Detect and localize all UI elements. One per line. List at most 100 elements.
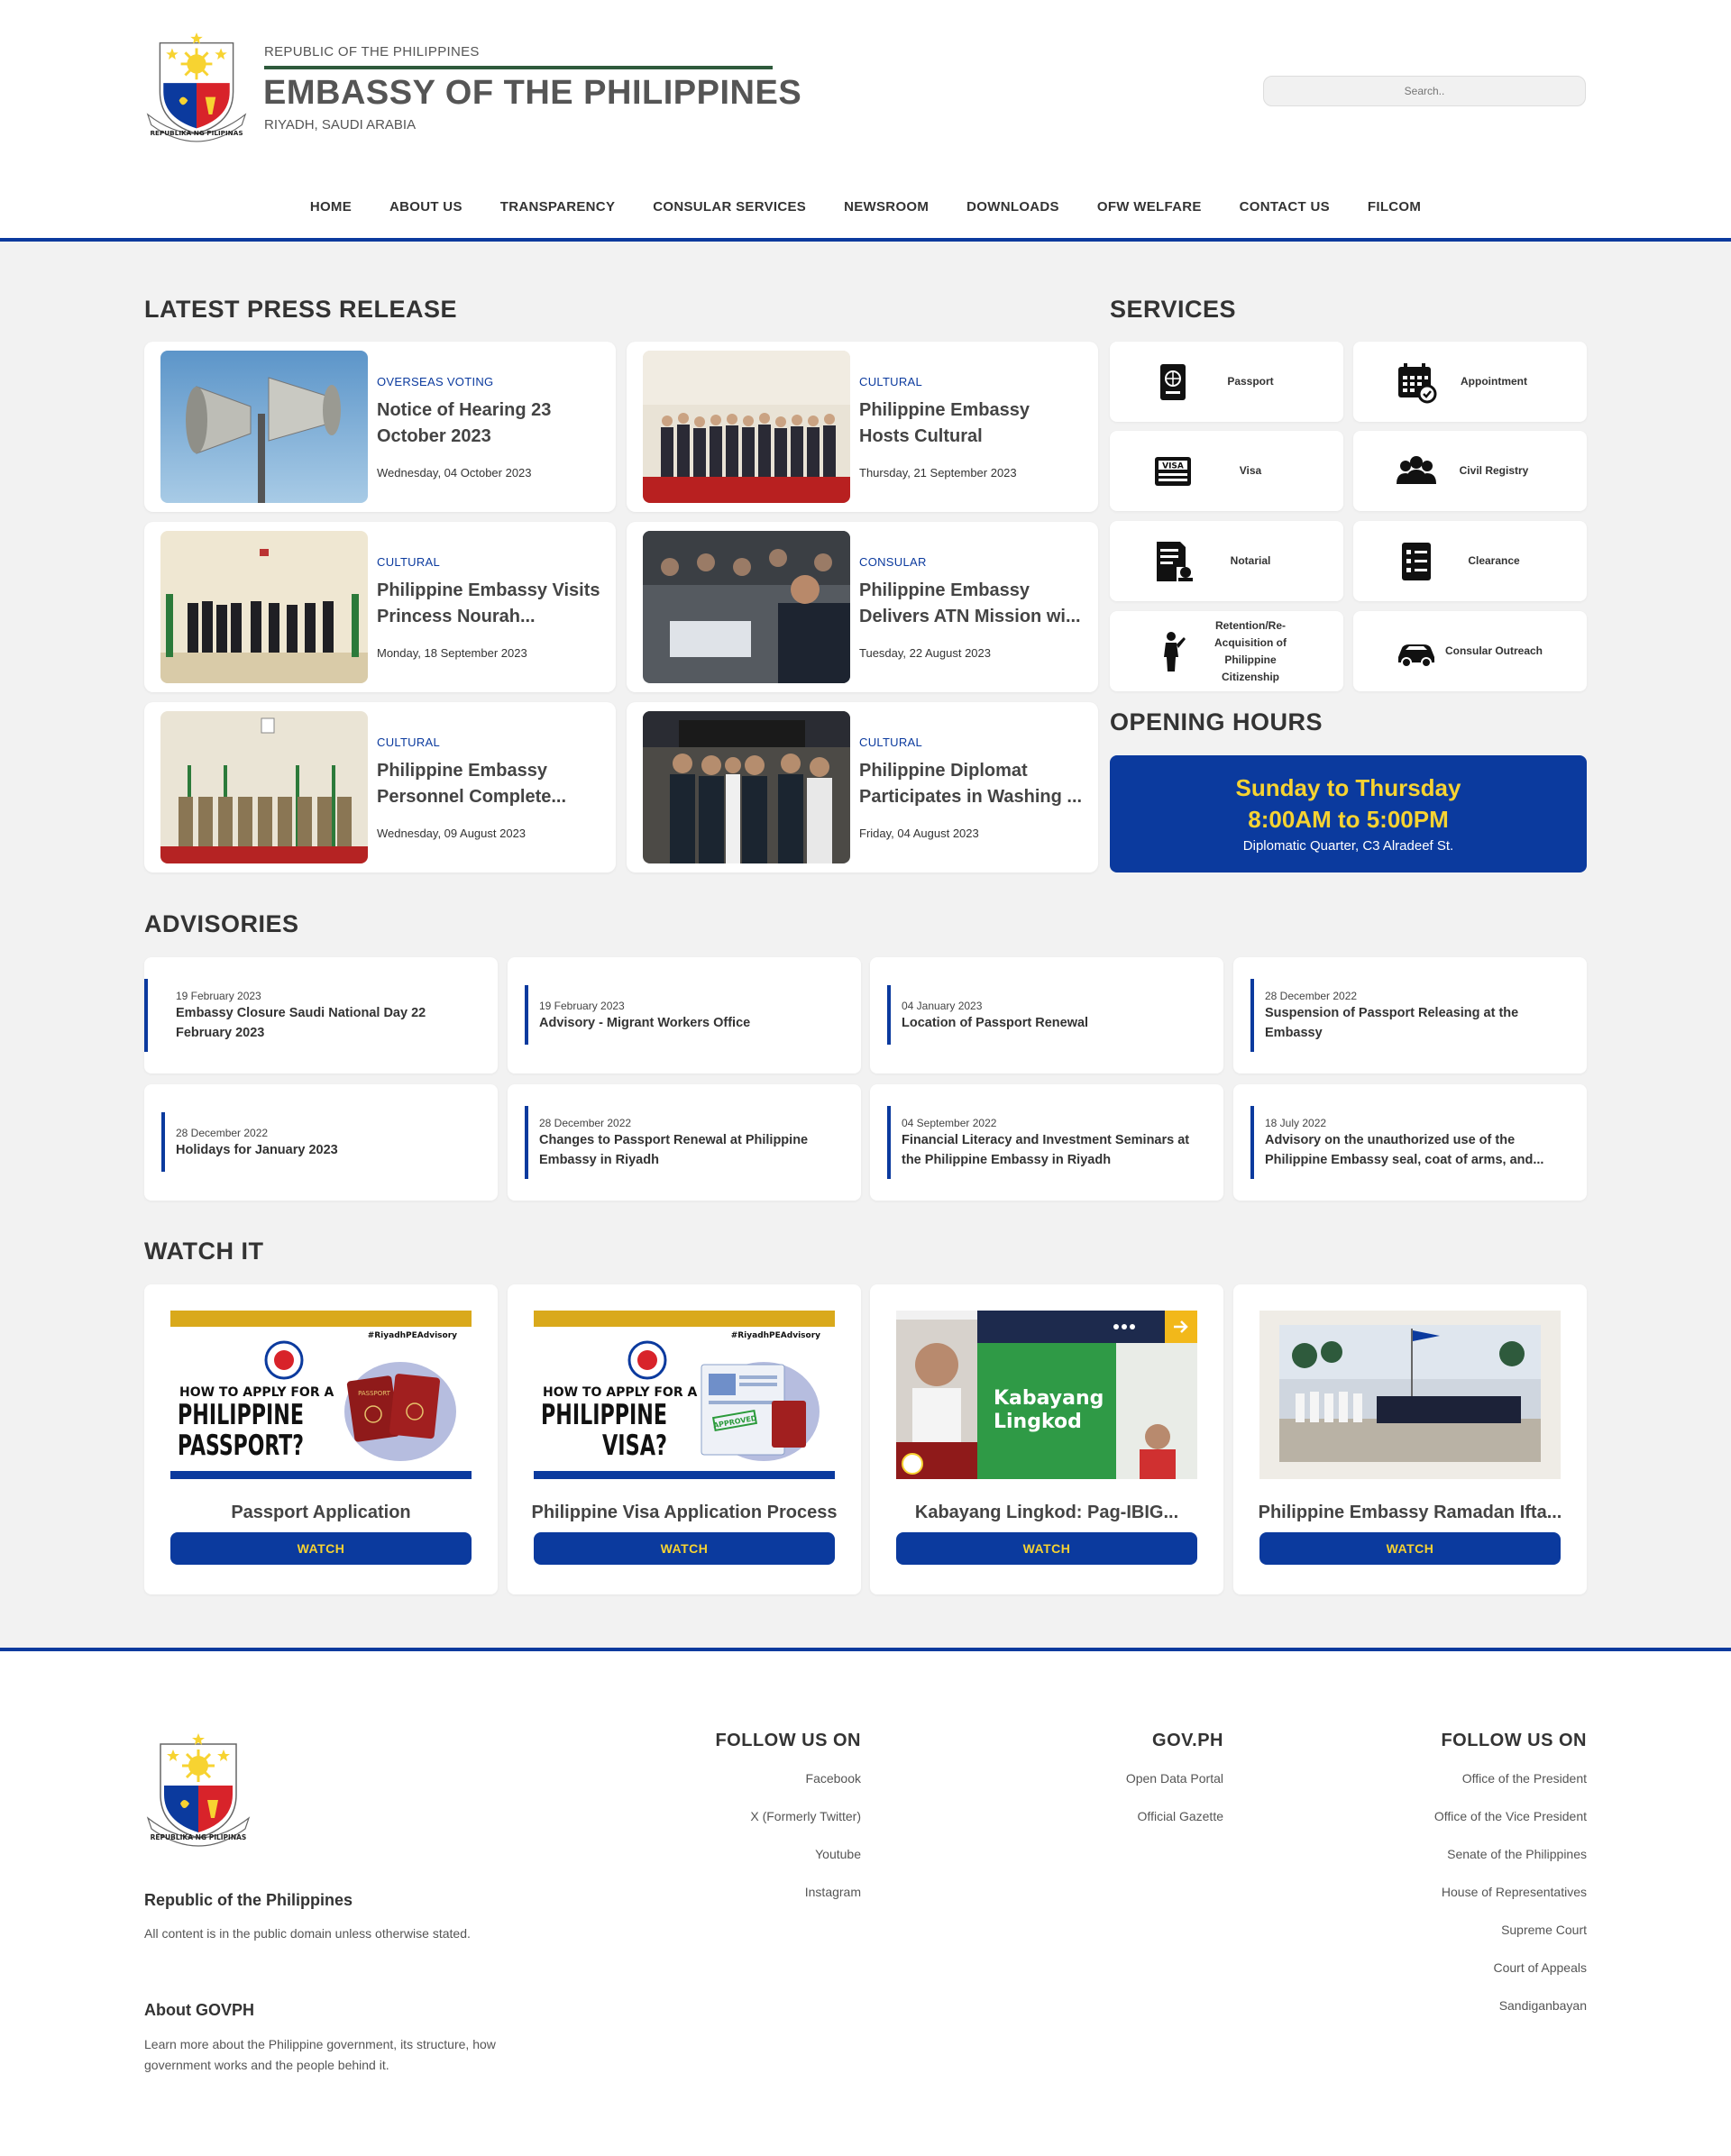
advisory-card[interactable]: 28 December 2022 Suspension of Passport … [1233,957,1587,1073]
footer-link-president[interactable]: Office of the President [1434,1769,1587,1787]
press-title[interactable]: Notice of Hearing 23 October 2023 [377,397,602,450]
nav-ofw-welfare[interactable]: OFW WELFARE [1097,199,1202,215]
advisory-title[interactable]: Location of Passport Renewal [902,1013,1088,1033]
advisory-title[interactable]: Embassy Closure Saudi National Day 22 Fe… [176,1003,480,1043]
video-card[interactable]: #RiyadhPEAdvisory HOW TO APPLY FOR A PHI… [508,1284,861,1594]
press-title[interactable]: Philippine Embassy Delivers ATN Mission … [859,578,1085,630]
opening-hours-box: Sunday to Thursday 8:00AM to 5:00PM Dipl… [1110,755,1587,872]
press-date: Friday, 04 August 2023 [859,827,979,840]
press-image-megaphone[interactable] [160,351,368,503]
press-card[interactable]: CULTURAL Philippine Embassy Hosts Cultur… [627,342,1098,512]
watch-button[interactable]: WATCH [1259,1532,1561,1565]
video-thumbnail-visa[interactable]: #RiyadhPEAdvisory HOW TO APPLY FOR A PHI… [534,1311,835,1479]
advisory-title[interactable]: Advisory - Migrant Workers Office [539,1013,750,1033]
video-thumbnail-ramadan[interactable] [1259,1311,1561,1479]
footer-link-facebook[interactable]: Facebook [715,1769,861,1787]
press-card[interactable]: CULTURAL Philippine Embassy Visits Princ… [144,522,616,692]
footer-link-house[interactable]: House of Representatives [1434,1883,1587,1901]
watch-button[interactable]: WATCH [896,1532,1197,1565]
advisory-title[interactable]: Suspension of Passport Releasing at the … [1265,1003,1569,1043]
search-input[interactable] [1263,76,1586,106]
advisory-card[interactable]: 19 February 2023 Advisory - Migrant Work… [508,957,861,1073]
advisory-title[interactable]: Holidays for January 2023 [176,1140,338,1160]
service-label: Appointment [1461,375,1527,388]
advisory-card[interactable]: 04 September 2022 Financial Literacy and… [870,1084,1223,1201]
advisory-title[interactable]: Advisory on the unauthorized use of the … [1265,1130,1569,1170]
visa-icon: VISA [1155,457,1191,486]
footer-link-instagram[interactable]: Instagram [715,1883,861,1901]
philippine-seal-logo[interactable] [144,31,249,144]
passport-icon [1160,364,1186,400]
site-title[interactable]: EMBASSY OF THE PHILIPPINES [263,74,801,113]
service-clearance[interactable]: Clearance [1353,521,1587,601]
service-visa[interactable]: VISA Visa [1110,431,1343,511]
press-image-personnel[interactable] [160,711,368,863]
service-consular-outreach[interactable]: Consular Outreach [1353,611,1587,691]
service-passport[interactable]: Passport [1110,342,1343,422]
footer-link-youtube[interactable]: Youtube [715,1845,861,1863]
footer-social-column: FOLLOW US ON Facebook X (Formerly Twitte… [715,1731,861,1921]
people-icon [1397,456,1436,484]
nav-transparency[interactable]: TRANSPARENCY [500,199,616,215]
watch-button[interactable]: WATCH [534,1532,835,1565]
advisory-card[interactable]: 28 December 2022 Changes to Passport Ren… [508,1084,861,1201]
advisory-card[interactable]: 28 December 2022 Holidays for January 20… [144,1084,498,1201]
footer-link-senate[interactable]: Senate of the Philippines [1434,1845,1587,1863]
hours-heading: OPENING HOURS [1110,708,1323,735]
footer-link-vice-president[interactable]: Office of the Vice President [1434,1807,1587,1825]
press-title[interactable]: Philippine Diplomat Participates in Wash… [859,758,1085,810]
press-image-visit[interactable] [160,531,368,683]
press-title[interactable]: Philippine Embassy Personnel Complete... [377,758,602,810]
advisory-card[interactable]: 18 July 2022 Advisory on the unauthorize… [1233,1084,1587,1201]
advisory-title[interactable]: Financial Literacy and Investment Semina… [902,1130,1205,1170]
video-thumbnail-kabayang[interactable]: Kabayang Lingkod [896,1311,1197,1479]
footer-link-court-of-appeals[interactable]: Court of Appeals [1434,1959,1587,1977]
video-card[interactable]: Kabayang Lingkod Kabayang Lingkod: Pag-I… [870,1284,1223,1594]
watch-button[interactable]: WATCH [170,1532,472,1565]
press-card[interactable]: CULTURAL Philippine Diplomat Participate… [627,702,1098,872]
advisory-card[interactable]: 19 February 2023 Embassy Closure Saudi N… [144,957,498,1073]
footer-link-open-data[interactable]: Open Data Portal [1126,1769,1223,1787]
nav-downloads[interactable]: DOWNLOADS [966,199,1059,215]
video-title[interactable]: Kabayang Lingkod: Pag-IBIG... [888,1503,1205,1523]
press-image-group-photo[interactable] [643,351,850,503]
svg-text:PHILIPPINE: PHILIPPINE [541,1399,667,1431]
nav-about-us[interactable]: ABOUT US [389,199,463,215]
press-card[interactable]: CONSULAR Philippine Embassy Delivers ATN… [627,522,1098,692]
service-label: Civil Registry [1459,464,1529,477]
footer-link-gazette[interactable]: Official Gazette [1126,1807,1223,1825]
service-appointment[interactable]: Appointment [1353,342,1587,422]
nav-newsroom[interactable]: NEWSROOM [844,199,929,215]
footer-about-text: Learn more about the Philippine governme… [144,2037,496,2072]
footer-link-supreme-court[interactable]: Supreme Court [1434,1921,1587,1939]
watch-heading: WATCH IT [144,1238,264,1265]
nav-filcom[interactable]: FILCOM [1368,199,1421,215]
footer-link-twitter[interactable]: X (Formerly Twitter) [715,1807,861,1825]
footer-govph-heading: GOV.PH [1152,1731,1223,1750]
svg-text:HOW TO APPLY FOR A: HOW TO APPLY FOR A [179,1385,334,1400]
video-title[interactable]: Philippine Embassy Ramadan Ifta... [1251,1503,1569,1523]
press-image-atn-mission[interactable] [643,531,850,683]
service-civil-registry[interactable]: Civil Registry [1353,431,1587,511]
nav-contact-us[interactable]: CONTACT US [1240,199,1330,215]
press-title[interactable]: Philippine Embassy Visits Princess Noura… [377,578,602,630]
advisory-card[interactable]: 04 January 2023 Location of Passport Ren… [870,957,1223,1073]
press-title[interactable]: Philippine Embassy Hosts Cultural Diplom… [859,397,1085,450]
video-title[interactable]: Philippine Visa Application Process [526,1503,843,1523]
footer-link-sandiganbayan[interactable]: Sandiganbayan [1434,1996,1587,2014]
video-card[interactable]: Philippine Embassy Ramadan Ifta... WATCH [1233,1284,1587,1594]
nav-home[interactable]: HOME [310,199,352,215]
press-image-diplomat[interactable] [643,711,850,863]
video-thumbnail-passport[interactable]: #RiyadhPEAdvisory HOW TO APPLY FOR A PHI… [170,1311,472,1479]
service-citizenship[interactable]: Retention/Re-Acquisition of Philippine C… [1110,611,1343,691]
service-notarial[interactable]: Notarial [1110,521,1343,601]
footer-seal-logo[interactable] [144,1731,252,1849]
advisory-title[interactable]: Changes to Passport Renewal at Philippin… [539,1130,843,1170]
nav-consular-services[interactable]: CONSULAR SERVICES [653,199,806,215]
press-card[interactable]: CULTURAL Philippine Embassy Personnel Co… [144,702,616,872]
video-title[interactable]: Passport Application [162,1503,480,1523]
press-card[interactable]: OVERSEAS VOTING Notice of Hearing 23 Oct… [144,342,616,512]
svg-text:PHILIPPINE: PHILIPPINE [178,1399,304,1431]
video-card[interactable]: #RiyadhPEAdvisory HOW TO APPLY FOR A PHI… [144,1284,498,1594]
footer-about-title: About GOVPH [144,2001,254,2019]
